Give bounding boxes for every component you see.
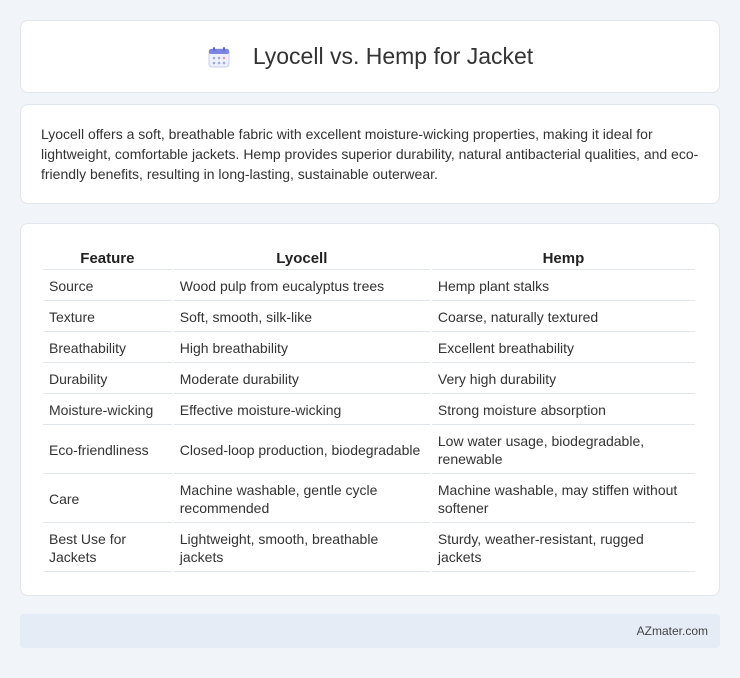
- table-cell: Strong moisture absorption: [431, 396, 695, 425]
- table-cell: Effective moisture-wicking: [173, 396, 430, 425]
- table-cell: Texture: [43, 303, 172, 332]
- table-cell: Excellent breathability: [431, 334, 695, 363]
- column-header: Hemp: [431, 244, 695, 270]
- footer-brand: AZmater.com: [636, 624, 708, 638]
- column-header: Feature: [43, 244, 172, 270]
- table-cell: Breathability: [43, 334, 172, 363]
- calendar-icon: [207, 45, 231, 69]
- table-cell: Low water usage, biodegradable, renewabl…: [431, 427, 695, 474]
- table-cell: Moderate durability: [173, 365, 430, 394]
- table-cell: High breathability: [173, 334, 430, 363]
- intro-card: Lyocell offers a soft, breathable fabric…: [20, 104, 720, 204]
- comparison-table-card: Feature Lyocell Hemp Source Wood pulp fr…: [20, 223, 720, 596]
- table-cell: Sturdy, weather-resistant, rugged jacket…: [431, 525, 695, 572]
- table-row: Eco-friendliness Closed-loop production,…: [43, 427, 695, 474]
- title-card: Lyocell vs. Hemp for Jacket: [20, 20, 720, 93]
- table-row: Breathability High breathability Excelle…: [43, 334, 695, 363]
- table-header-row: Feature Lyocell Hemp: [43, 244, 695, 270]
- table-cell: Machine washable, may stiffen without so…: [431, 476, 695, 523]
- page-title: Lyocell vs. Hemp for Jacket: [252, 43, 534, 69]
- column-header: Lyocell: [173, 244, 430, 270]
- table-cell: Closed-loop production, biodegradable: [173, 427, 430, 474]
- table-cell: Machine washable, gentle cycle recommend…: [173, 476, 430, 523]
- table-cell: Best Use for Jackets: [43, 525, 172, 572]
- table-row: Best Use for Jackets Lightweight, smooth…: [43, 525, 695, 572]
- table-cell: Coarse, naturally textured: [431, 303, 695, 332]
- intro-text: Lyocell offers a soft, breathable fabric…: [41, 126, 699, 182]
- table-cell: Eco-friendliness: [43, 427, 172, 474]
- table-cell: Soft, smooth, silk-like: [173, 303, 430, 332]
- table-cell: Moisture-wicking: [43, 396, 172, 425]
- table-row: Care Machine washable, gentle cycle reco…: [43, 476, 695, 523]
- table-cell: Source: [43, 272, 172, 301]
- table-cell: Hemp plant stalks: [431, 272, 695, 301]
- table-row: Durability Moderate durability Very high…: [43, 365, 695, 394]
- table-cell: Very high durability: [431, 365, 695, 394]
- footer: AZmater.com: [20, 614, 720, 648]
- table-cell: Wood pulp from eucalyptus trees: [173, 272, 430, 301]
- table-row: Texture Soft, smooth, silk-like Coarse, …: [43, 303, 695, 332]
- table-row: Moisture-wicking Effective moisture-wick…: [43, 396, 695, 425]
- table-cell: Lightweight, smooth, breathable jackets: [173, 525, 430, 572]
- table-row: Source Wood pulp from eucalyptus trees H…: [43, 272, 695, 301]
- comparison-table: Feature Lyocell Hemp Source Wood pulp fr…: [41, 242, 697, 574]
- table-cell: Care: [43, 476, 172, 523]
- table-cell: Durability: [43, 365, 172, 394]
